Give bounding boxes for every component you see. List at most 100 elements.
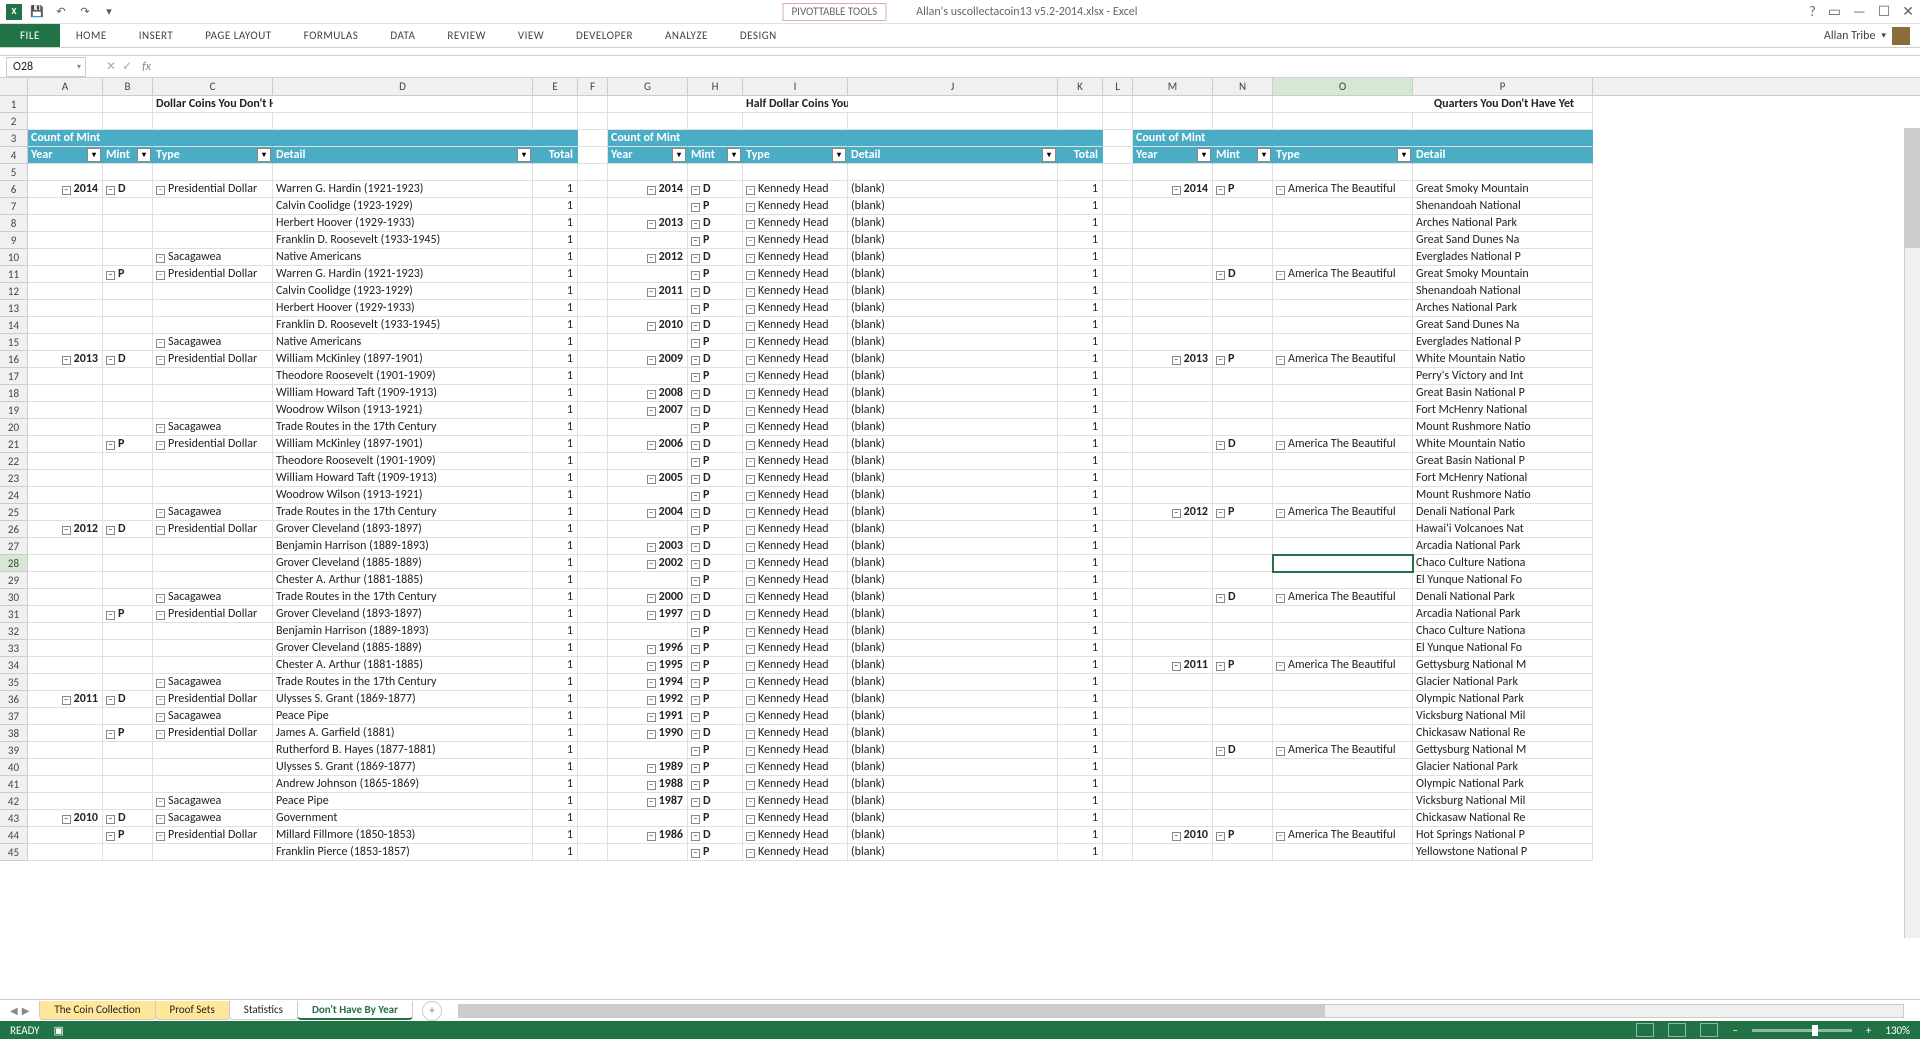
pivot-year-value[interactable]: −1988 <box>608 776 688 793</box>
pivot-year-value[interactable] <box>28 827 103 844</box>
collapse-icon[interactable]: − <box>746 560 755 569</box>
pivot-year-value[interactable] <box>28 606 103 623</box>
macro-record-icon[interactable]: ▣ <box>54 1024 64 1037</box>
filter-dropdown-icon[interactable]: ▾ <box>727 148 741 162</box>
col-header-H[interactable]: H <box>688 78 743 95</box>
col-header-O[interactable]: O <box>1273 78 1413 95</box>
pivot-mint-value[interactable]: −P <box>688 487 743 504</box>
col-header-B[interactable]: B <box>103 78 153 95</box>
pivot-mint-value[interactable]: −P <box>1213 827 1273 844</box>
pivot-type-value[interactable] <box>1273 691 1413 708</box>
pivot-mint-value[interactable]: −D <box>103 351 153 368</box>
pivot-year-value[interactable]: −1986 <box>608 827 688 844</box>
collapse-icon[interactable]: − <box>156 186 165 195</box>
ribbon-options-icon[interactable]: ▭ <box>1828 3 1841 20</box>
pivot-mint-value[interactable] <box>103 487 153 504</box>
pivot-type-value[interactable]: −Kennedy Head <box>743 623 848 640</box>
pivot-type-value[interactable]: −Kennedy Head <box>743 674 848 691</box>
pivot-type-value[interactable] <box>1273 623 1413 640</box>
pivot-mint-value[interactable]: −D <box>688 317 743 334</box>
pivot-type-value[interactable] <box>153 232 273 249</box>
pivot-mint-value[interactable] <box>1213 215 1273 232</box>
row-header-20[interactable]: 20 <box>0 419 28 436</box>
pivot-year-value[interactable] <box>1133 419 1213 436</box>
collapse-icon[interactable]: − <box>691 339 700 348</box>
view-normal-icon[interactable] <box>1636 1023 1654 1037</box>
collapse-icon[interactable]: − <box>691 560 700 569</box>
collapse-icon[interactable]: − <box>746 764 755 773</box>
pivot-year-value[interactable] <box>28 266 103 283</box>
pivot-mint-value[interactable] <box>103 402 153 419</box>
collapse-icon[interactable]: − <box>746 747 755 756</box>
row-header-4[interactable]: 4 <box>0 147 28 164</box>
pivot-year-value[interactable]: −2014 <box>608 181 688 198</box>
collapse-icon[interactable]: − <box>746 458 755 467</box>
pivot-type-value[interactable] <box>1273 402 1413 419</box>
collapse-icon[interactable]: − <box>647 645 656 654</box>
pivot-type-value[interactable] <box>1273 215 1413 232</box>
ribbon-tab-analyze[interactable]: ANALYZE <box>649 24 724 47</box>
pivot-type-value[interactable] <box>153 470 273 487</box>
filter-dropdown-icon[interactable]: ▾ <box>87 148 101 162</box>
pivot-type-value[interactable]: −Kennedy Head <box>743 419 848 436</box>
pivot-type-value[interactable] <box>153 742 273 759</box>
pivot-type-value[interactable] <box>1273 555 1413 572</box>
pivot-mint-value[interactable]: −D <box>1213 589 1273 606</box>
pivot-type-value[interactable] <box>1273 725 1413 742</box>
pivot-year-value[interactable] <box>608 742 688 759</box>
pivot-year-value[interactable] <box>28 402 103 419</box>
sheet-tab-the-coin-collection[interactable]: The Coin Collection <box>39 1001 155 1020</box>
pivot-type-value[interactable] <box>1273 368 1413 385</box>
pivot-year-value[interactable] <box>28 504 103 521</box>
pivot-mint-value[interactable] <box>103 589 153 606</box>
pivot-type-value[interactable] <box>153 759 273 776</box>
pivot-mint-value[interactable]: −P <box>1213 181 1273 198</box>
row-header-3[interactable]: 3 <box>0 130 28 147</box>
pivot-year-value[interactable] <box>608 623 688 640</box>
pivot-mint-value[interactable]: −D <box>1213 266 1273 283</box>
row-header-35[interactable]: 35 <box>0 674 28 691</box>
pivot-year-value[interactable] <box>608 487 688 504</box>
collapse-icon[interactable]: − <box>106 730 115 739</box>
pivot-year-value[interactable]: −2012 <box>28 521 103 538</box>
maximize-icon[interactable]: ☐ <box>1878 3 1891 20</box>
collapse-icon[interactable]: − <box>746 220 755 229</box>
collapse-icon[interactable]: − <box>746 237 755 246</box>
pivot-mint-value[interactable] <box>103 453 153 470</box>
collapse-icon[interactable]: − <box>647 356 656 365</box>
collapse-icon[interactable]: − <box>691 628 700 637</box>
pivot-year-value[interactable] <box>1133 742 1213 759</box>
pivot-type[interactable]: Type▾ <box>743 147 848 164</box>
pivot-type-value[interactable]: −Kennedy Head <box>743 606 848 623</box>
pivot-type-value[interactable]: −Kennedy Head <box>743 351 848 368</box>
ribbon-tab-developer[interactable]: DEVELOPER <box>560 24 649 47</box>
pivot-mint-value[interactable] <box>1213 793 1273 810</box>
pivot-mint-value[interactable] <box>1213 538 1273 555</box>
pivot-type-value[interactable] <box>1273 759 1413 776</box>
collapse-icon[interactable]: − <box>1216 186 1225 195</box>
collapse-icon[interactable]: − <box>1216 441 1225 450</box>
pivot-mint-value[interactable]: −D <box>688 283 743 300</box>
collapse-icon[interactable]: − <box>746 203 755 212</box>
pivot-type-value[interactable]: −Kennedy Head <box>743 555 848 572</box>
pivot-year-value[interactable]: −2014 <box>1133 181 1213 198</box>
pivot-mint-value[interactable] <box>103 538 153 555</box>
collapse-icon[interactable]: − <box>156 339 165 348</box>
collapse-icon[interactable]: − <box>106 815 115 824</box>
pivot-year-value[interactable]: −1987 <box>608 793 688 810</box>
pivot-mint-value[interactable]: −P <box>103 436 153 453</box>
collapse-icon[interactable]: − <box>691 475 700 484</box>
pivot-year-value[interactable]: −2003 <box>608 538 688 555</box>
pivot-year-value[interactable]: −1997 <box>608 606 688 623</box>
pivot-mint-value[interactable] <box>103 504 153 521</box>
pivot-type-value[interactable]: −America The Beautiful <box>1273 436 1413 453</box>
row-header-45[interactable]: 45 <box>0 844 28 861</box>
pivot-year-value[interactable]: −2004 <box>608 504 688 521</box>
pivot-year-value[interactable] <box>1133 317 1213 334</box>
pivot-year[interactable]: Year▾ <box>608 147 688 164</box>
collapse-icon[interactable]: − <box>647 441 656 450</box>
pivot-type-value[interactable]: −Kennedy Head <box>743 300 848 317</box>
collapse-icon[interactable]: − <box>647 509 656 518</box>
collapse-icon[interactable]: − <box>691 543 700 552</box>
pivot-year-value[interactable] <box>28 555 103 572</box>
